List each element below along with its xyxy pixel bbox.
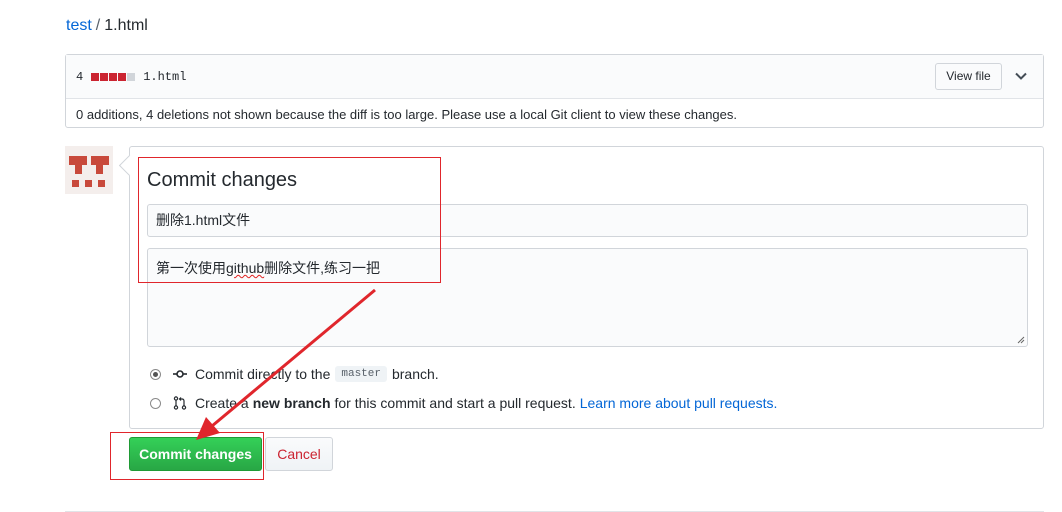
breadcrumb-file: 1.html (104, 17, 148, 34)
file-name: 1.html (143, 70, 187, 84)
diffstat-block-neutral (127, 73, 136, 81)
diffstat: 4 1.html (76, 70, 186, 84)
commit-direct-suffix: branch. (391, 366, 439, 382)
speech-pointer (118, 154, 141, 177)
commit-direct-option[interactable]: Commit directly to the master branch. (150, 366, 439, 382)
new-branch-suffix: for this commit and start a pull request… (334, 395, 576, 411)
diffstat-blocks (91, 73, 136, 81)
learn-more-pull-requests-link[interactable]: Learn more about pull requests. (580, 395, 778, 411)
file-diff-box: 4 1.html View file 0 additions, 4 deleti… (65, 54, 1044, 128)
diffstat-block-deleted (109, 73, 118, 81)
annotation-highlight-box-form (138, 157, 441, 283)
cancel-button[interactable]: Cancel (265, 437, 333, 471)
diffstat-block-deleted (100, 73, 109, 81)
commit-direct-radio[interactable] (150, 368, 161, 380)
avatar[interactable] (65, 146, 113, 194)
breadcrumb-separator: / (95, 17, 101, 34)
new-branch-prefix: Create a (195, 395, 249, 411)
git-commit-icon (173, 370, 187, 378)
chevron-down-icon[interactable] (1014, 69, 1028, 83)
diffstat-block-deleted (91, 73, 100, 81)
annotation-highlight-box-button (110, 432, 264, 480)
view-file-button[interactable]: View file (935, 63, 1002, 90)
new-branch-radio[interactable] (150, 397, 161, 409)
diffstat-block-deleted (118, 73, 127, 81)
new-branch-bold: new branch (252, 395, 331, 411)
diff-count: 4 (76, 70, 84, 84)
breadcrumb-repo-link[interactable]: test (66, 17, 92, 34)
git-pull-request-icon (173, 396, 187, 410)
breadcrumb: test/1.html (66, 17, 148, 35)
commit-direct-prefix: Commit directly to the (195, 366, 331, 382)
resize-grip-icon[interactable] (1017, 336, 1025, 344)
new-branch-option[interactable]: Create a new branch for this commit and … (150, 395, 777, 411)
file-header: 4 1.html View file (66, 55, 1043, 99)
branch-name: master (335, 366, 387, 382)
diff-too-large-note: 0 additions, 4 deletions not shown becau… (76, 107, 738, 122)
